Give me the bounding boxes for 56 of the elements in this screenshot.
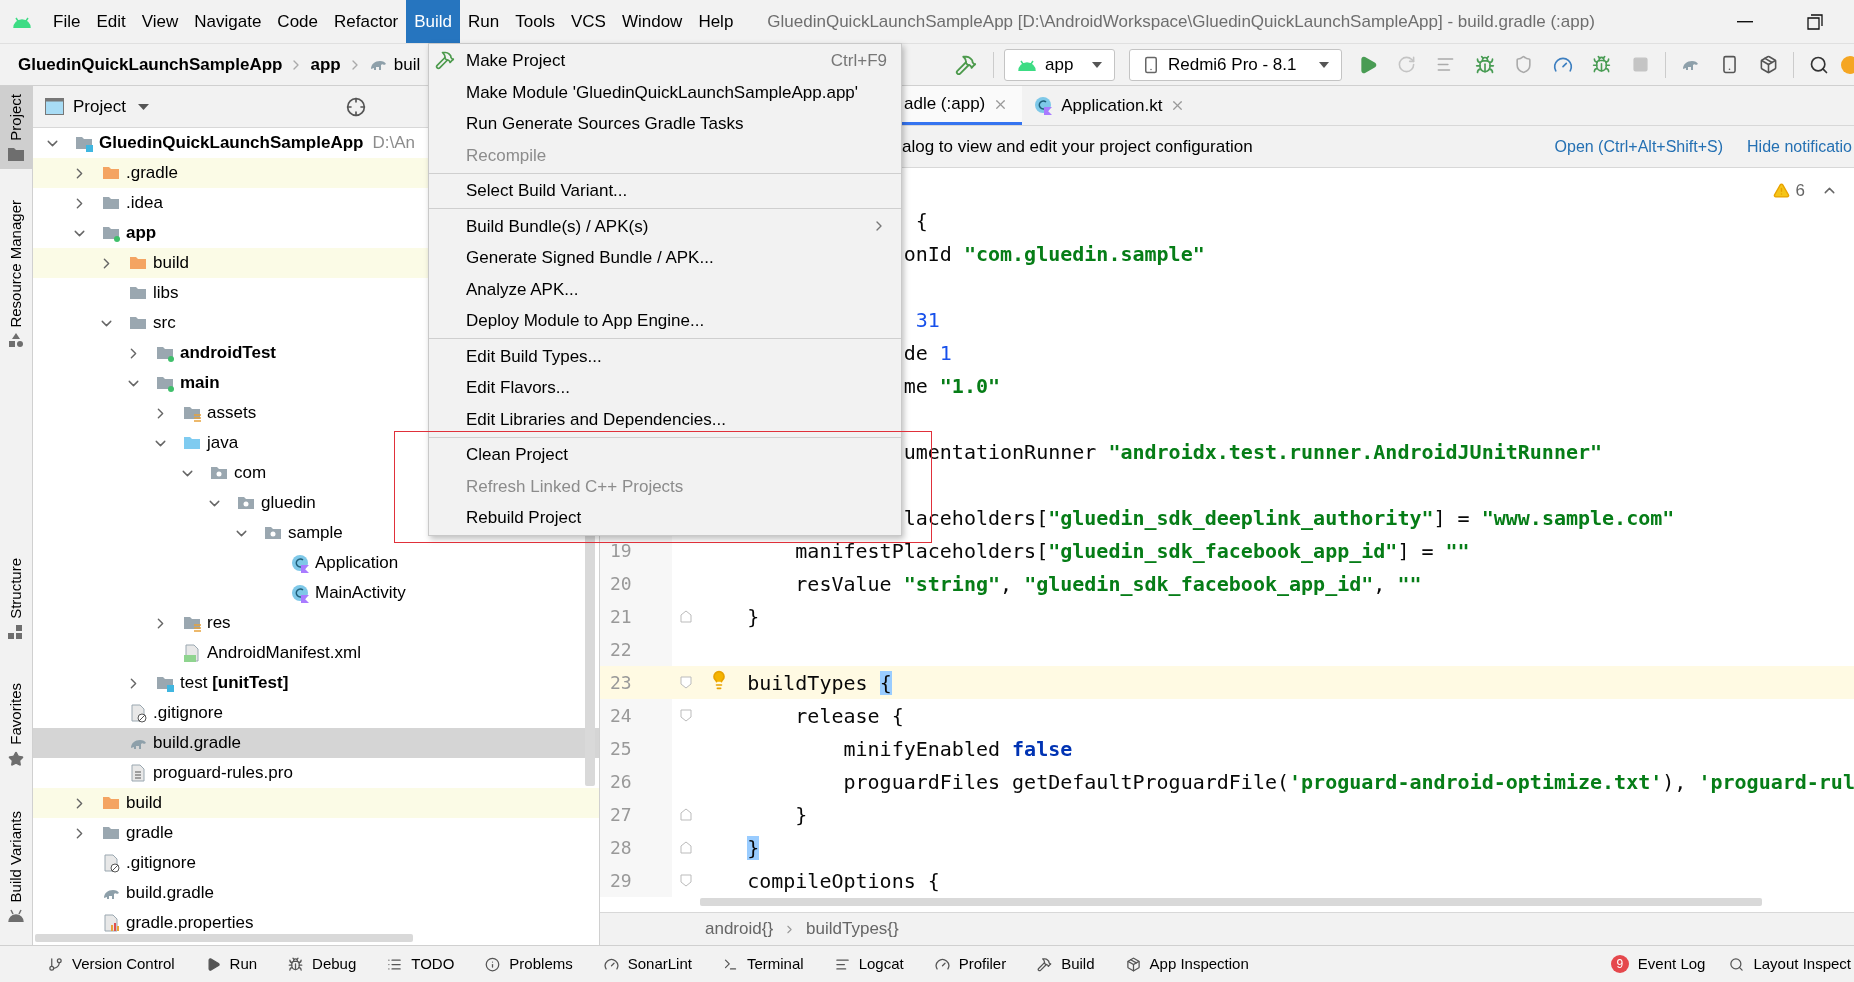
tree-item-label: Application [315, 552, 399, 575]
tree-item-label: java [207, 432, 239, 455]
tree-item-label: libs [153, 282, 179, 305]
tree-item-label: res [207, 612, 231, 635]
tree-item-label: test [unitTest] [180, 672, 289, 695]
notification-badge: 9 [1610, 955, 1629, 973]
tree-item-label: GluedinQuickLaunchSampleApp [99, 132, 364, 155]
window-title: GluedinQuickLaunchSampleApp [D:\AndroidWorkspace\GluedinQuickLaunchSampleApp] - build.gradle (:app) [767, 10, 1595, 33]
tree-item-label: build [153, 252, 189, 275]
tree-item-label: assets [207, 402, 257, 425]
tree-item-label: build [126, 792, 162, 815]
code-line: buildTypes { [746, 669, 892, 697]
line-number: 29 [610, 869, 632, 893]
code-line: compileOptions { [746, 867, 940, 895]
line-number: 24 [610, 704, 632, 728]
tree-item-label: AndroidManifest.xml [207, 642, 361, 665]
code-line: de 1 [903, 339, 952, 367]
tree-item-label: app [126, 222, 157, 245]
tree-item-label: .idea [126, 192, 163, 215]
code-line: onId "com.gluedin.sample" [903, 240, 1205, 268]
tree-item-label: src [153, 312, 176, 335]
line-number: 19 [610, 539, 632, 563]
notification-text: alog to view and edit your project configuration [901, 135, 1253, 158]
code-line: release { [794, 702, 904, 730]
line-number: 26 [610, 770, 632, 794]
line-number: 20 [610, 572, 632, 596]
tree-item-label: MainActivity [315, 582, 406, 605]
tree-item-label: com [234, 462, 267, 485]
line-number: 22 [610, 638, 632, 662]
code-line: 31 [914, 306, 940, 334]
tree-item-label: .gitignore [153, 702, 223, 725]
code-line: proguardFiles getDefaultProguardFile('proguard-android-optimize.txt'), 'proguard-rul [842, 768, 1854, 796]
code-line: resValue "string", "gluedin_sdk_facebook_app_id", "" [794, 570, 1422, 598]
line-number: 27 [610, 803, 632, 827]
line-number: 25 [610, 737, 632, 761]
tree-item-label: androidTest [180, 342, 277, 365]
code-line: manifestPlaceholders["gluedin_sdk_facebook_app_id"] = "" [794, 537, 1470, 565]
tree-item-label: sample [288, 522, 343, 545]
code-line: me "1.0" [903, 372, 1001, 400]
tree-item-label: gluedin [261, 492, 316, 515]
tree-item-label: gradle [126, 822, 174, 845]
code-line: } [746, 603, 760, 631]
tree-item-label: build.gradle [153, 732, 241, 755]
path-label: D:\An [372, 132, 415, 155]
line-number: 28 [610, 836, 632, 860]
tree-item-label: gradle.properties [126, 912, 254, 935]
tree-item-label: .gradle [126, 162, 178, 185]
code-line: minifyEnabled false [842, 735, 1073, 763]
tree-item-label: build.gradle [126, 882, 214, 905]
tree-item-label: main [180, 372, 220, 395]
code-line: { [914, 207, 928, 235]
line-number: 21 [610, 605, 632, 629]
tree-item-label: .gitignore [126, 852, 196, 875]
tree-item-label: proguard-rules.pro [153, 762, 293, 785]
line-number: 23 [610, 671, 632, 695]
code-line: } [794, 801, 808, 829]
